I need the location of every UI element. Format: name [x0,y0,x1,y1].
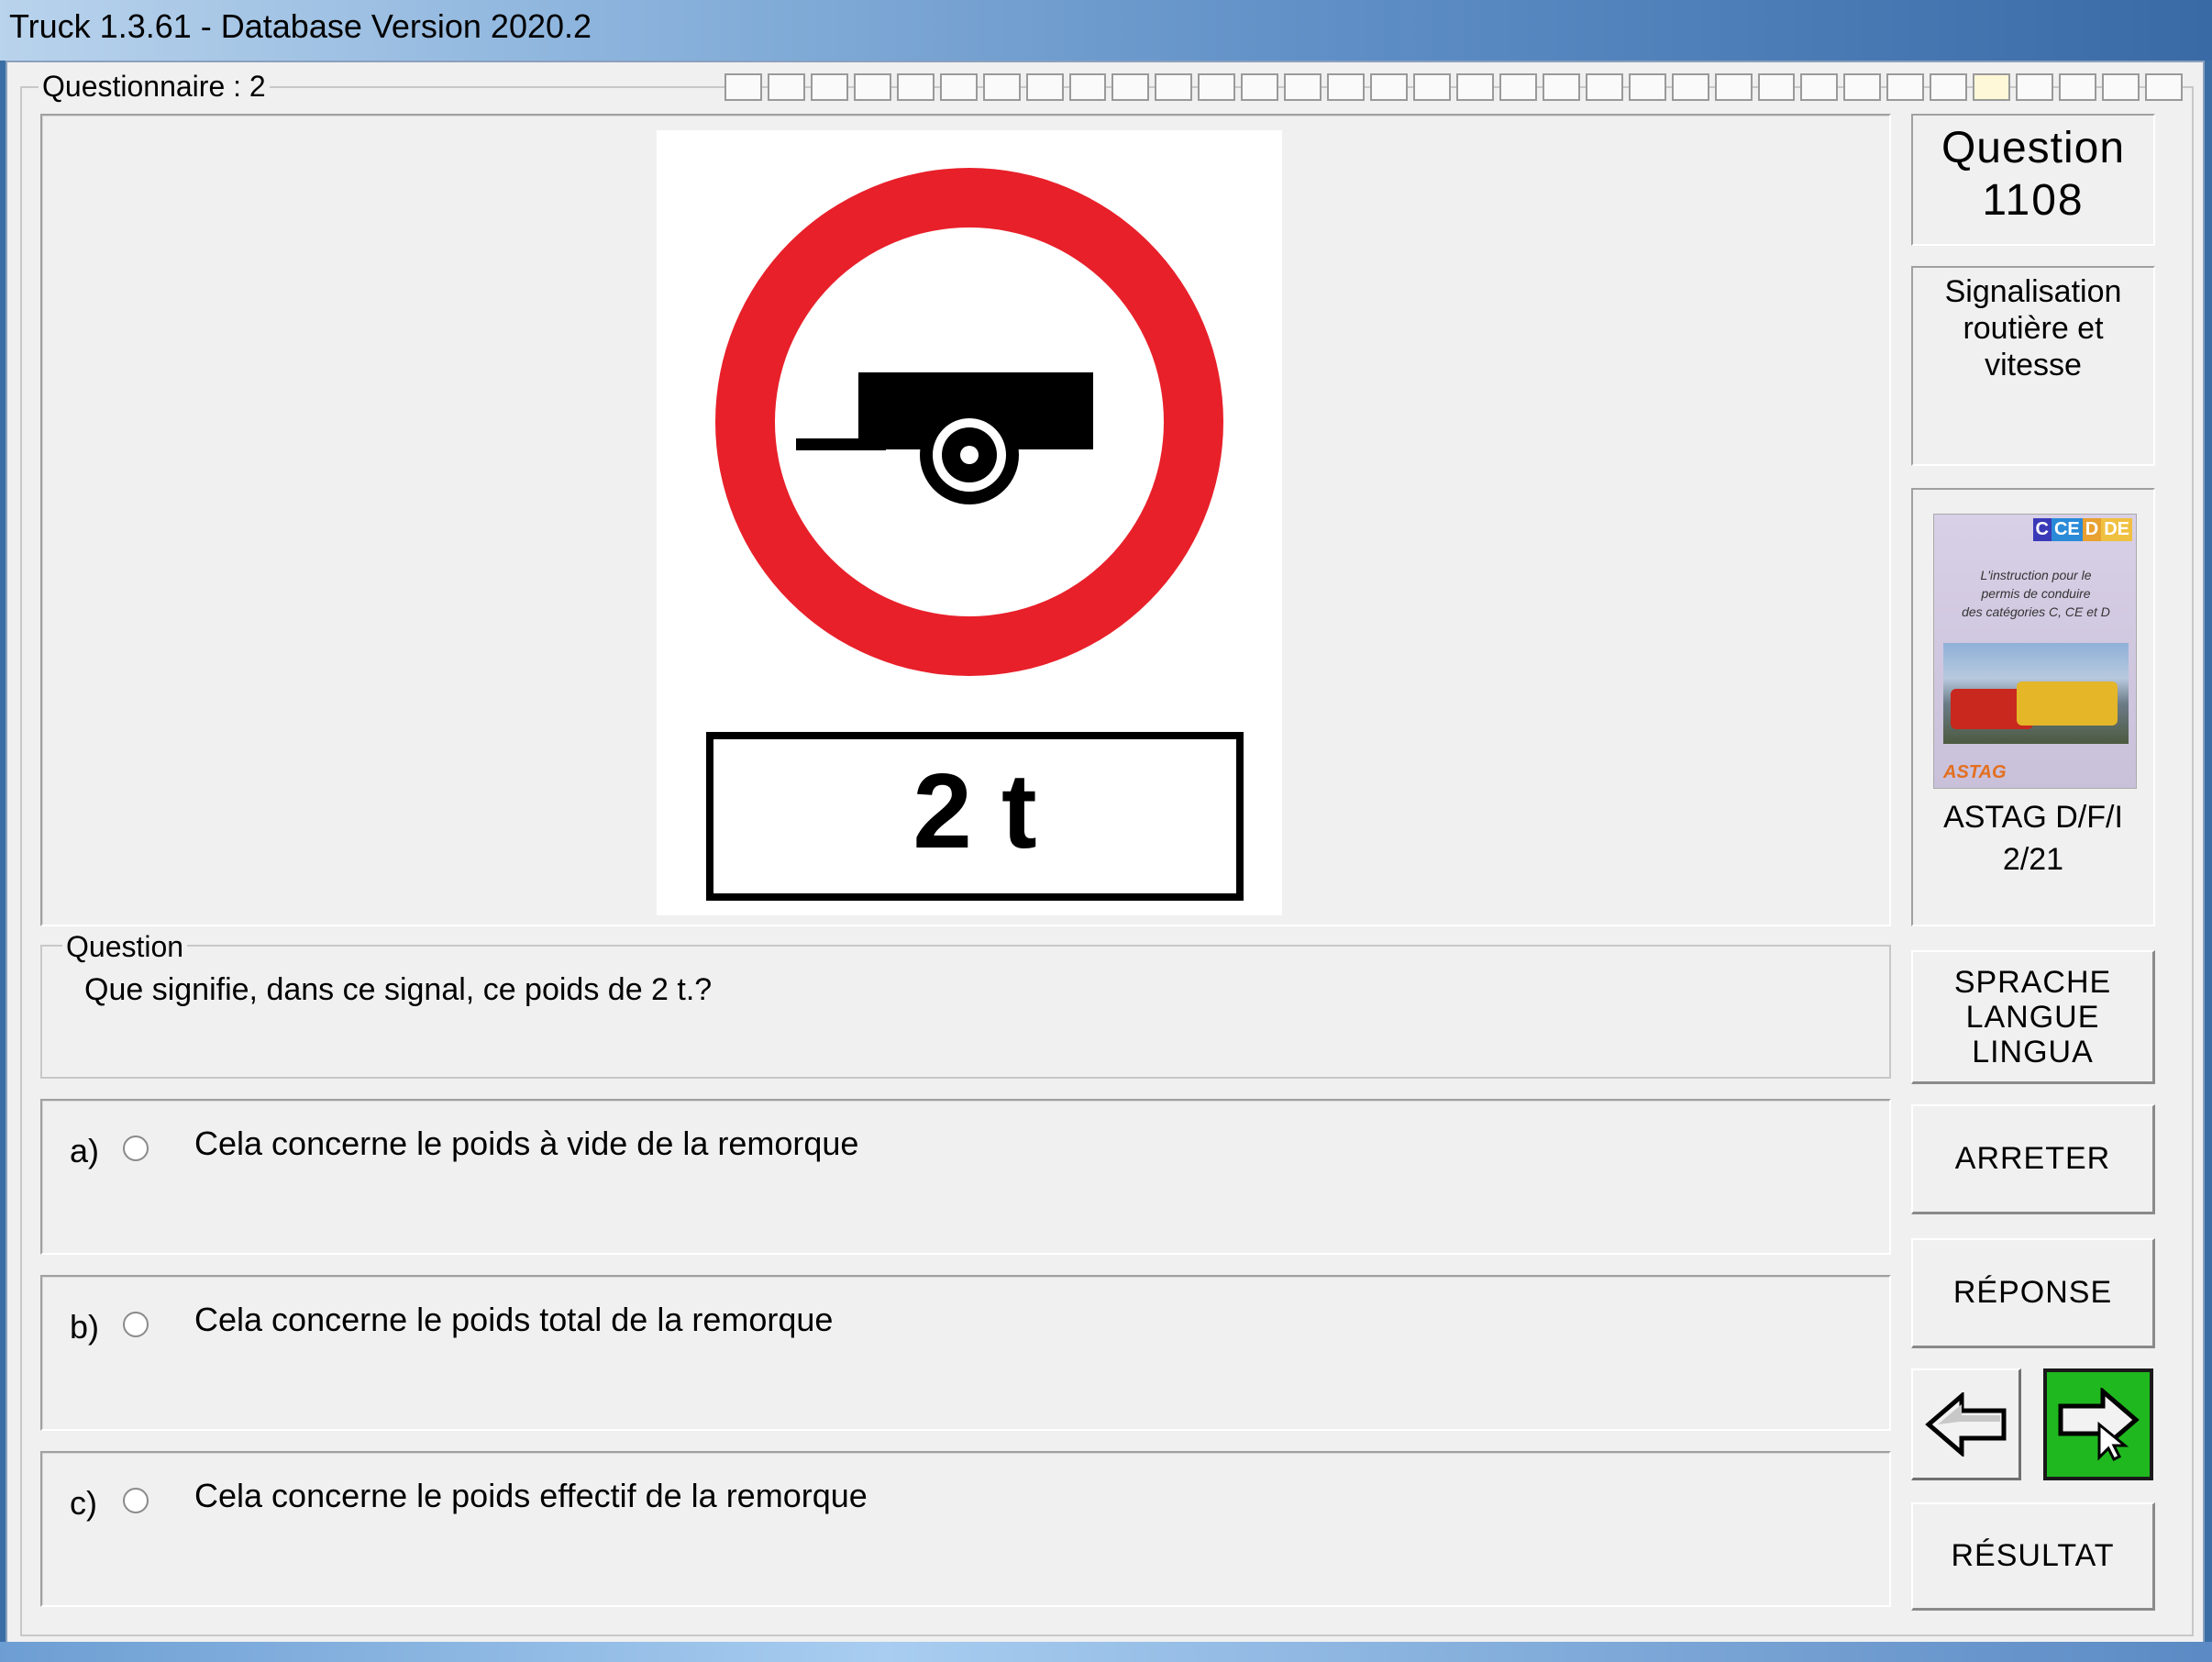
progress-cell [1198,73,1236,101]
window-title: Truck 1.3.61 - Database Version 2020.2 [9,7,592,45]
answer-option-c[interactable]: c) Cela concerne le poids effectif de la… [40,1451,1891,1607]
arrow-left-icon [1924,1391,2006,1457]
sign-image-panel: 2 t [40,114,1891,926]
category-line-2: routière et vitesse [1963,311,2104,382]
bus-image [2017,681,2118,726]
book-category-tags: C CE D DE [2032,518,2132,541]
category-line-1: Signalisation [1944,274,2122,309]
answer-radio-a[interactable] [123,1136,149,1161]
book-cover-line: L'instruction pour le [1980,568,2092,582]
answer-text: Cela concerne le poids à vide de la remo… [194,1125,859,1162]
answer-button[interactable]: RÉPONSE [1911,1238,2155,1348]
question-number-box: Question 1108 [1911,114,2155,246]
progress-cell [1155,73,1193,101]
no-trailers-sign-icon: 2 t [706,168,1244,901]
answer-radio-b[interactable] [123,1312,149,1337]
progress-cell [2059,73,2096,101]
progress-cell [1241,73,1279,101]
progress-cell [1112,73,1150,101]
book-box: C CE D DE L'instruction pour le permis d… [1911,488,2155,926]
previous-question-button[interactable] [1911,1368,2021,1480]
book-tag: CE [2051,518,2083,541]
answer-letter: a) [70,1132,100,1169]
book-cover-text: L'instruction pour le permis de conduire… [1940,566,2132,621]
progress-cell [1671,73,1709,101]
book-tag: DE [2101,518,2132,541]
book-title: ASTAG D/F/I 2/21 [1913,796,2153,881]
answer-option-b[interactable]: b) Cela concerne le poids total de la re… [40,1275,1891,1431]
progress-cell [1370,73,1408,101]
next-question-button[interactable] [2043,1368,2153,1480]
book-title-line-2: 2/21 [2002,842,2064,877]
stop-button[interactable]: ARRETER [1911,1104,2155,1214]
book-cover-line: des catégories C, CE et D [1962,604,2110,619]
progress-cell [1327,73,1366,101]
language-label-it: LINGUA [1972,1034,2094,1069]
progress-cell [1843,73,1882,101]
sign-image: 2 t [657,130,1282,915]
question-frame [40,945,1891,1079]
progress-cell [982,73,1021,101]
progress-cell [2144,73,2183,101]
answer-letter: c) [70,1484,97,1522]
arrow-right-icon [2058,1388,2140,1461]
progress-cell [896,73,935,101]
progress-cell [1284,73,1322,101]
progress-cell [1757,73,1796,101]
progress-cell [1714,73,1753,101]
progress-cell [1499,73,1537,101]
progress-cell [1455,73,1494,101]
language-button[interactable]: SPRACHE LANGUE LINGUA [1911,950,2155,1084]
question-number: 1108 [1982,176,2085,225]
book-title-line-1: ASTAG D/F/I [1943,800,2123,835]
progress-cell [810,73,848,101]
answer-text: Cela concerne le poids total de la remor… [194,1301,834,1338]
progress-cell [1886,73,1925,101]
answer-letter: b) [70,1308,100,1346]
progress-cell [853,73,891,101]
progress-cell [1585,73,1623,101]
book-cover-line: permis de conduire [1981,586,2091,601]
taskbar-edge [0,1642,2212,1662]
questionnaire-label: Questionnaire : 2 [39,70,270,104]
progress-cell [1068,73,1107,101]
progress-cell [1025,73,1064,101]
book-tag: D [2082,518,2102,541]
progress-cell [2016,73,2054,101]
questionnaire-progress-bar [724,73,2183,101]
book-tag: C [2032,518,2052,541]
language-label-de: SPRACHE [1953,964,2112,1000]
progress-cell [939,73,978,101]
result-button[interactable]: RÉSULTAT [1911,1502,2155,1611]
progress-cell [767,73,805,101]
question-group-label: Question [62,930,188,964]
question-number-label: Question [1941,124,2126,172]
publisher-logo: ASTAG [1943,762,2007,782]
progress-cell [1542,73,1580,101]
progress-cell [1800,73,1839,101]
progress-cell [1973,73,2011,101]
category-box: Signalisation routière et vitesse [1911,266,2155,466]
question-text: Que signifie, dans ce signal, ce poids d… [84,972,713,1007]
title-bar: Truck 1.3.61 - Database Version 2020.2 [0,0,2212,61]
progress-cell [1930,73,1968,101]
answer-option-a[interactable]: a) Cela concerne le poids à vide de la r… [40,1099,1891,1255]
progress-cell [1628,73,1666,101]
book-cover-image: C CE D DE L'instruction pour le permis d… [1933,514,2137,789]
sign-plate-text: 2 t [912,751,1036,870]
answer-radio-c[interactable] [123,1488,149,1513]
progress-cell [2102,73,2140,101]
answer-text: Cela concerne le poids effectif de la re… [194,1477,868,1514]
language-label-fr: LANGUE [1965,999,2100,1035]
progress-cell [1413,73,1451,101]
progress-cell [724,73,762,101]
